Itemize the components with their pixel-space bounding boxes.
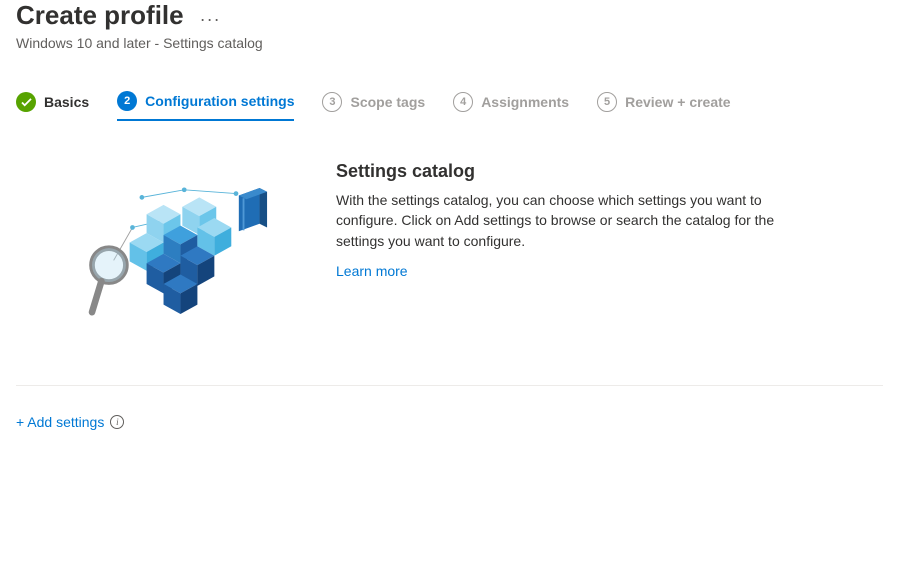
- step-number-icon: 3: [322, 92, 342, 112]
- step-number-icon: 5: [597, 92, 617, 112]
- learn-more-link[interactable]: Learn more: [336, 263, 408, 279]
- info-icon[interactable]: i: [110, 415, 124, 429]
- step-number-icon: 2: [117, 91, 137, 111]
- add-settings-button[interactable]: + Add settings: [16, 414, 104, 430]
- step-assignments[interactable]: 4 Assignments: [453, 91, 569, 121]
- hero-section: Settings catalog With the settings catal…: [16, 161, 883, 371]
- step-scope-tags[interactable]: 3 Scope tags: [322, 91, 425, 121]
- page-title: Create profile: [16, 0, 184, 31]
- more-icon[interactable]: ···: [200, 4, 221, 28]
- step-label: Review + create: [625, 94, 730, 110]
- page-subtitle: Windows 10 and later - Settings catalog: [16, 35, 883, 51]
- step-basics[interactable]: Basics: [16, 91, 89, 121]
- step-label: Basics: [44, 94, 89, 110]
- step-configuration-settings[interactable]: 2 Configuration settings: [117, 91, 294, 121]
- step-label: Scope tags: [350, 94, 425, 110]
- divider: [16, 385, 883, 386]
- step-label: Configuration settings: [145, 93, 294, 109]
- hero-heading: Settings catalog: [336, 161, 776, 182]
- wizard-steps: Basics 2 Configuration settings 3 Scope …: [16, 91, 883, 121]
- hero-body: With the settings catalog, you can choos…: [336, 190, 776, 251]
- step-number-icon: 4: [453, 92, 473, 112]
- checkmark-icon: [16, 92, 36, 112]
- step-label: Assignments: [481, 94, 569, 110]
- catalog-illustration: [16, 161, 296, 331]
- step-review-create[interactable]: 5 Review + create: [597, 91, 730, 121]
